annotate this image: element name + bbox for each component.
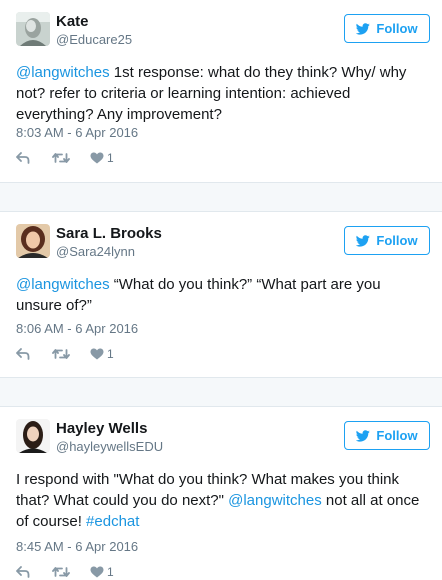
twitter-bird-icon: [356, 22, 371, 35]
author-handle[interactable]: @hayleywellsEDU: [56, 439, 163, 454]
hashtag-link[interactable]: #edchat: [86, 513, 139, 530]
follow-button[interactable]: Follow: [344, 226, 430, 255]
mention-link[interactable]: @langwitches: [16, 64, 110, 81]
avatar[interactable]: [16, 12, 50, 46]
timestamp[interactable]: 8:45 AM - 6 Apr 2016: [16, 539, 138, 554]
tweet-actions: 1: [16, 346, 114, 362]
tweet-actions: 1: [16, 564, 114, 580]
twitter-bird-icon: [356, 234, 371, 247]
retweet-icon: [52, 349, 70, 359]
avatar[interactable]: [16, 224, 50, 258]
follow-button[interactable]: Follow: [344, 14, 430, 43]
follow-label: Follow: [376, 428, 418, 443]
like-button[interactable]: 1: [90, 347, 114, 361]
retweet-button[interactable]: [52, 348, 70, 360]
reply-icon: [16, 566, 30, 578]
tweet-card: Hayley Wells @hayleywellsEDU Follow I re…: [0, 407, 442, 580]
heart-icon: [90, 566, 104, 578]
heart-icon: [90, 152, 104, 164]
mention-link[interactable]: @langwitches: [16, 276, 110, 293]
like-count: 1: [107, 347, 114, 361]
tweet-text: @langwitches 1st response: what do they …: [16, 62, 428, 125]
author-handle[interactable]: @Sara24lynn: [56, 244, 135, 259]
avatar[interactable]: [16, 419, 50, 453]
mention-link[interactable]: @langwitches: [228, 492, 322, 509]
tweet-actions: 1: [16, 150, 114, 166]
reply-button[interactable]: [16, 152, 30, 164]
retweet-button[interactable]: [52, 152, 70, 164]
retweet-icon: [52, 567, 70, 577]
reply-icon: [16, 152, 30, 164]
author-handle[interactable]: @Educare25: [56, 32, 132, 47]
retweet-button[interactable]: [52, 566, 70, 578]
tweet-card: Sara L. Brooks @Sara24lynn Follow @langw…: [0, 212, 442, 377]
retweet-icon: [52, 153, 70, 163]
follow-label: Follow: [376, 21, 418, 36]
like-button[interactable]: 1: [90, 151, 114, 165]
like-count: 1: [107, 565, 114, 579]
tweet-card: Kate @Educare25 Follow @langwitches 1st …: [0, 0, 442, 182]
reply-button[interactable]: [16, 566, 30, 578]
author-name[interactable]: Kate: [56, 13, 89, 30]
follow-button[interactable]: Follow: [344, 421, 430, 450]
tweet-text: I respond with "What do you think? What …: [16, 469, 428, 532]
reply-button[interactable]: [16, 348, 30, 360]
tweet-separator: [0, 182, 442, 212]
heart-icon: [90, 348, 104, 360]
tweet-separator: [0, 377, 442, 407]
reply-icon: [16, 348, 30, 360]
like-count: 1: [107, 151, 114, 165]
timestamp[interactable]: 8:03 AM - 6 Apr 2016: [16, 125, 138, 140]
tweet-text: @langwitches “What do you think?” “What …: [16, 274, 428, 316]
like-button[interactable]: 1: [90, 565, 114, 579]
author-name[interactable]: Hayley Wells: [56, 420, 147, 437]
timestamp[interactable]: 8:06 AM - 6 Apr 2016: [16, 321, 138, 336]
author-name[interactable]: Sara L. Brooks: [56, 225, 162, 242]
follow-label: Follow: [376, 233, 418, 248]
twitter-bird-icon: [356, 429, 371, 442]
